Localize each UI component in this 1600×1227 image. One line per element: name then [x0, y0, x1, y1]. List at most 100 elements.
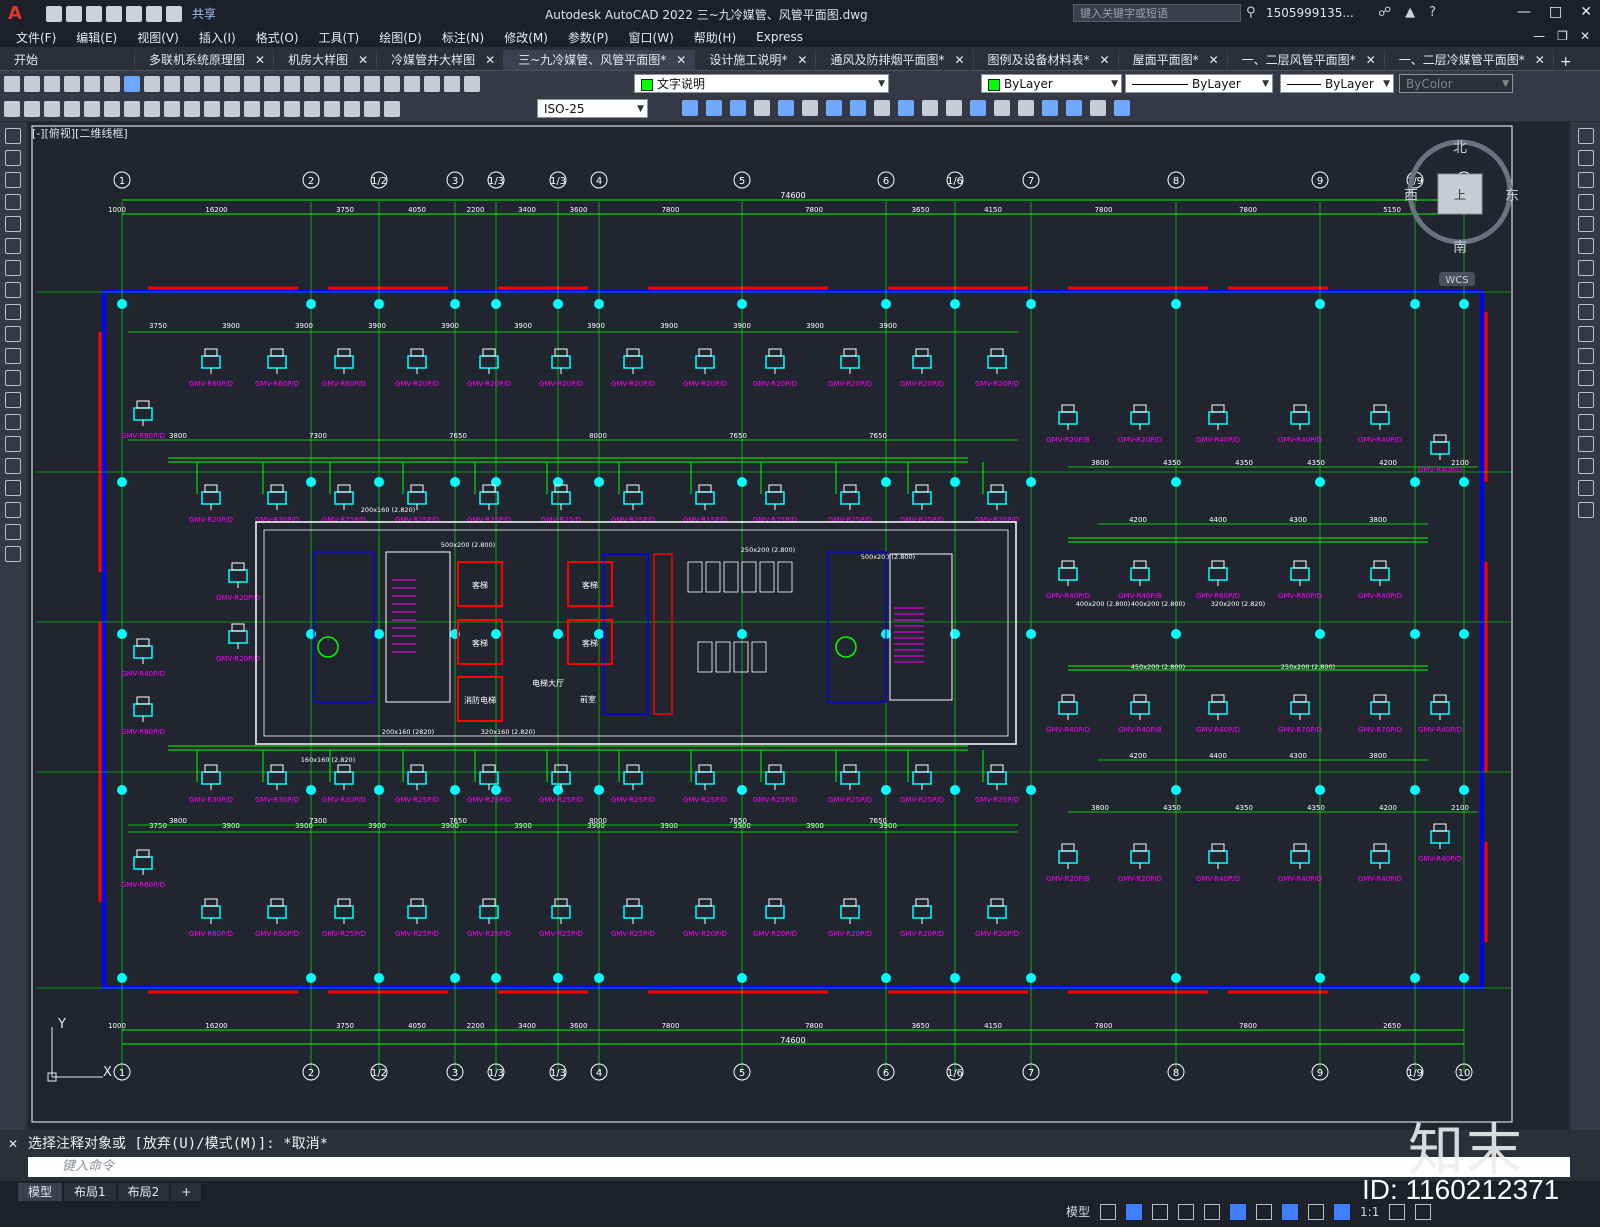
- save-icon[interactable]: [44, 75, 60, 92]
- extend-icon[interactable]: [898, 100, 914, 116]
- tab-file[interactable]: 图例及设备材料表* ✕: [974, 50, 1119, 70]
- break-at-point-icon[interactable]: [1577, 370, 1594, 386]
- compass-west-label[interactable]: 西: [1404, 188, 1418, 204]
- plotstyle-dropdown[interactable]: ByColor ▼: [1399, 74, 1513, 93]
- mtext-icon[interactable]: [5, 524, 21, 540]
- preview-icon[interactable]: [84, 75, 100, 92]
- viewport-controls[interactable]: [-][俯视][二维线框]: [32, 125, 128, 141]
- tab-close-icon[interactable]: ✕: [1209, 50, 1219, 70]
- menu-express[interactable]: Express: [756, 30, 803, 44]
- linetype-dropdown[interactable]: ByLayer ▼: [1125, 74, 1273, 93]
- tab-close-icon[interactable]: ✕: [255, 50, 265, 70]
- scale-icon[interactable]: [826, 100, 842, 116]
- insert-block-icon[interactable]: [5, 370, 21, 386]
- polygon-icon[interactable]: [5, 194, 21, 210]
- close-command-icon[interactable]: ✕: [8, 1137, 18, 1151]
- trim-icon[interactable]: [1577, 326, 1594, 342]
- fillet-icon[interactable]: [1577, 458, 1594, 474]
- design-center-icon[interactable]: [364, 75, 380, 92]
- share-button[interactable]: 共享: [192, 5, 216, 22]
- break-icon[interactable]: [922, 100, 938, 116]
- doc-minimize-icon[interactable]: —: [1533, 29, 1545, 43]
- compass-north-label[interactable]: 北: [1453, 140, 1467, 156]
- move-icon[interactable]: [778, 100, 794, 116]
- calculator-icon[interactable]: [444, 75, 460, 92]
- 3d-icon[interactable]: [124, 75, 140, 92]
- maximize-icon[interactable]: □: [1549, 4, 1562, 20]
- dim-break-icon[interactable]: [244, 100, 260, 117]
- line-icon[interactable]: [5, 128, 21, 144]
- redo-icon[interactable]: [166, 5, 182, 22]
- compass-east-label[interactable]: 东: [1505, 188, 1519, 204]
- layout-tab-2[interactable]: 布局2: [117, 1183, 170, 1201]
- menu-dimension[interactable]: 标注(N): [442, 29, 484, 46]
- join-icon[interactable]: [946, 100, 962, 116]
- tab-close-icon[interactable]: ✕: [797, 50, 807, 70]
- dim-linear-icon[interactable]: [4, 100, 20, 117]
- center-mark-icon[interactable]: [284, 100, 300, 117]
- fillet-icon[interactable]: [994, 100, 1010, 116]
- menu-tools[interactable]: 工具(T): [319, 29, 360, 46]
- tab-file[interactable]: 多联机系统原理图 ✕: [135, 50, 275, 70]
- menu-file[interactable]: 文件(F): [16, 29, 56, 46]
- minimize-icon[interactable]: —: [1517, 4, 1531, 20]
- dim-edit-icon[interactable]: [344, 100, 360, 117]
- ellipse-icon[interactable]: [5, 326, 21, 342]
- autocad-logo-icon[interactable]: A: [4, 3, 26, 25]
- spline-icon[interactable]: [5, 304, 21, 320]
- print-icon[interactable]: [64, 75, 80, 92]
- offset-icon[interactable]: [1577, 194, 1594, 210]
- break-icon[interactable]: [1577, 392, 1594, 408]
- polyline-icon[interactable]: [5, 172, 21, 188]
- tab-file[interactable]: 通风及防排烟平面图* ✕: [816, 50, 974, 70]
- trim-icon[interactable]: [874, 100, 890, 116]
- tab-start[interactable]: 开始: [0, 50, 135, 70]
- publish-icon[interactable]: [104, 75, 120, 92]
- menu-window[interactable]: 窗口(W): [629, 29, 674, 46]
- mirror-icon[interactable]: [706, 100, 722, 116]
- quick-dim-icon[interactable]: [164, 100, 180, 117]
- menu-format[interactable]: 格式(O): [256, 29, 299, 46]
- dim-diameter-icon[interactable]: [124, 100, 140, 117]
- stretch-icon[interactable]: [850, 100, 866, 116]
- search-icon[interactable]: ⚲: [1246, 5, 1256, 20]
- paste-icon[interactable]: [184, 75, 200, 92]
- dim-update-icon[interactable]: [384, 100, 400, 117]
- gradient-icon[interactable]: [5, 458, 21, 474]
- menu-help[interactable]: 帮助(H): [694, 29, 736, 46]
- dim-ordinate-icon[interactable]: [64, 100, 80, 117]
- tab-file[interactable]: 一、二层风管平面图* ✕: [1228, 50, 1385, 70]
- copy-icon[interactable]: [1577, 150, 1594, 166]
- table-icon[interactable]: [5, 502, 21, 518]
- help-icon[interactable]: ?: [1429, 5, 1436, 20]
- rotate-icon[interactable]: [802, 100, 818, 116]
- array-icon[interactable]: [754, 100, 770, 116]
- pan-icon[interactable]: [264, 75, 280, 92]
- dim-space-icon[interactable]: [224, 100, 240, 117]
- dimstyle-dropdown[interactable]: ISO-25 ▼: [537, 99, 648, 118]
- command-input[interactable]: 键入命令: [28, 1157, 1570, 1177]
- menu-parametric[interactable]: 参数(P): [568, 29, 609, 46]
- save-as-icon[interactable]: [106, 5, 122, 22]
- make-block-icon[interactable]: [5, 392, 21, 408]
- layout-tab-model[interactable]: 模型: [18, 1183, 63, 1201]
- layer-properties-icon[interactable]: [464, 75, 480, 92]
- move-icon[interactable]: [1577, 238, 1594, 254]
- new-file-icon[interactable]: [46, 5, 62, 22]
- chamfer-icon[interactable]: [1577, 436, 1594, 452]
- model-space-button[interactable]: 模型: [1066, 1203, 1090, 1220]
- snap-icon[interactable]: [1126, 1203, 1143, 1220]
- hatch-icon[interactable]: [1090, 100, 1106, 116]
- dim-text-edit-icon[interactable]: [364, 100, 380, 117]
- blend-icon[interactable]: [1577, 480, 1594, 496]
- add-selected-icon[interactable]: [5, 546, 21, 562]
- menu-draw[interactable]: 绘图(D): [379, 29, 422, 46]
- circle-icon[interactable]: [5, 260, 21, 276]
- close-icon[interactable]: ✕: [1580, 4, 1592, 20]
- dim-jogged-icon[interactable]: [104, 100, 120, 117]
- menu-modify[interactable]: 修改(M): [504, 29, 548, 46]
- tab-file[interactable]: 一、二层冷媒管平面图* ✕: [1385, 50, 1554, 70]
- chamfer-icon[interactable]: [970, 100, 986, 116]
- rectangle-icon[interactable]: [5, 216, 21, 232]
- offset-icon[interactable]: [730, 100, 746, 116]
